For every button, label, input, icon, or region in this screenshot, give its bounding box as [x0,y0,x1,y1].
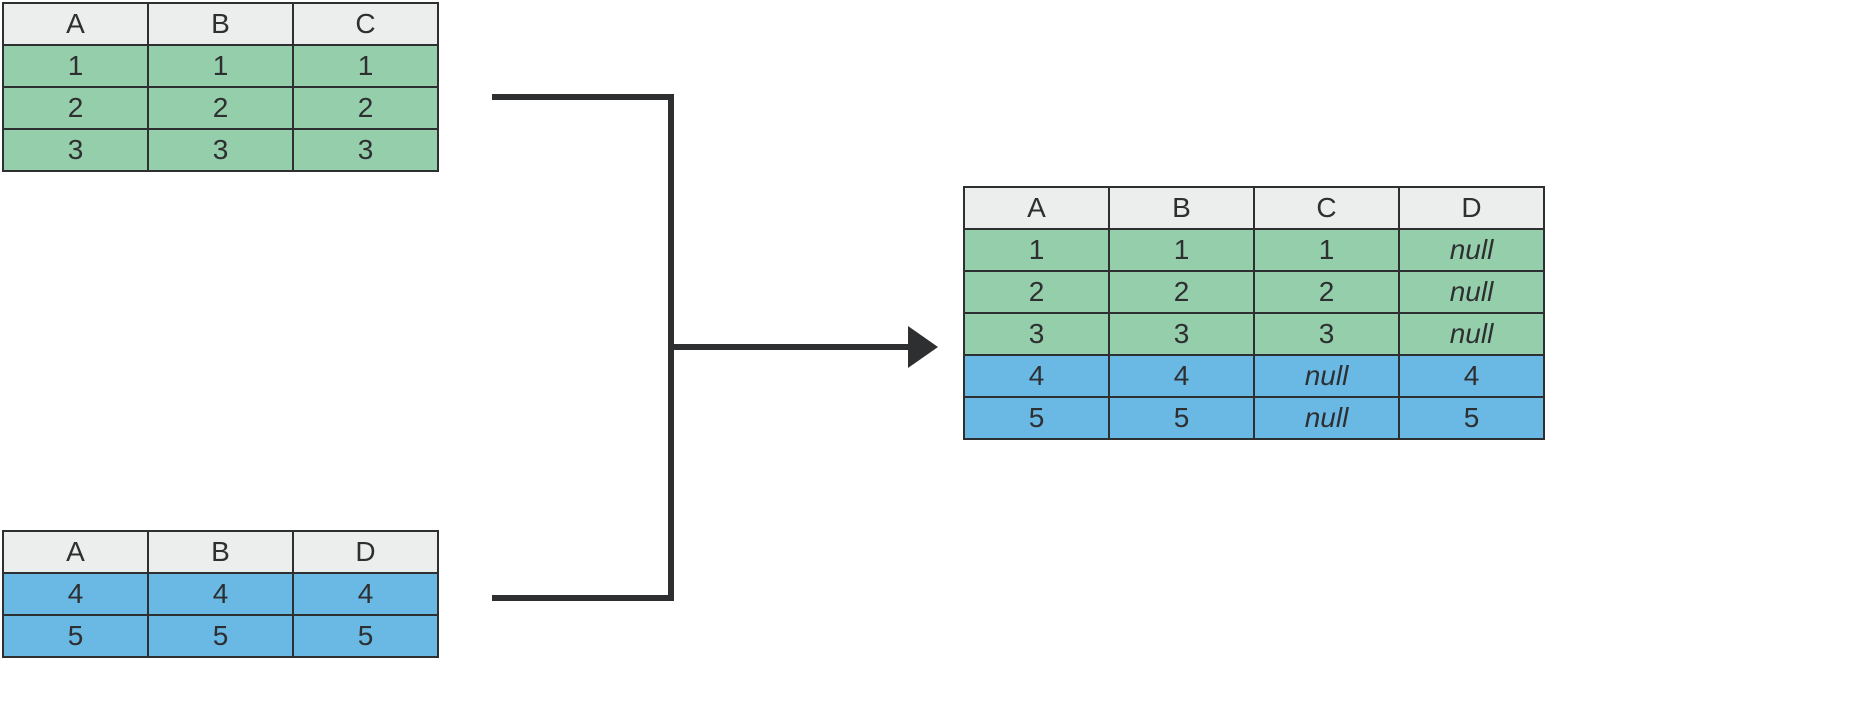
cell: 1 [3,45,148,87]
table-header-row: A B D [3,531,438,573]
cell: 2 [964,271,1109,313]
cell: 1 [1254,229,1399,271]
cell: 3 [293,129,438,171]
column-header: A [3,3,148,45]
cell: null [1399,229,1544,271]
cell: 4 [148,573,293,615]
table-row: 2 2 2 [3,87,438,129]
cell: 4 [293,573,438,615]
column-header: A [3,531,148,573]
cell: 5 [148,615,293,657]
column-header: B [148,531,293,573]
cell: 2 [148,87,293,129]
table-row: 5 5 null 5 [964,397,1544,439]
table-row: 1 1 1 [3,45,438,87]
column-header: C [1254,187,1399,229]
table-row: 3 3 3 null [964,313,1544,355]
table-row: 1 1 1 null [964,229,1544,271]
cell: null [1399,271,1544,313]
cell: 3 [148,129,293,171]
merge-bracket-icon [468,94,671,601]
table-row: 2 2 2 null [964,271,1544,313]
cell: 1 [1109,229,1254,271]
table-row: 3 3 3 [3,129,438,171]
cell: 4 [1399,355,1544,397]
cell: 5 [293,615,438,657]
table-row: 4 4 null 4 [964,355,1544,397]
cell: 5 [964,397,1109,439]
cell: 3 [3,129,148,171]
cell: 5 [1109,397,1254,439]
cell: 3 [964,313,1109,355]
arrow-right-icon [674,344,932,350]
cell: 1 [964,229,1109,271]
cell: 3 [1254,313,1399,355]
table-row: 5 5 5 [3,615,438,657]
diagram-stage: A B C 1 1 1 2 2 2 3 3 3 [0,0,1851,702]
column-header: A [964,187,1109,229]
cell: 3 [1109,313,1254,355]
cell: 1 [293,45,438,87]
cell: 5 [3,615,148,657]
cell: 2 [1254,271,1399,313]
cell: 2 [3,87,148,129]
column-header: D [1399,187,1544,229]
column-header: D [293,531,438,573]
cell: 2 [1109,271,1254,313]
table-header-row: A B C D [964,187,1544,229]
cell: null [1254,355,1399,397]
cell: 2 [293,87,438,129]
cell: 5 [1399,397,1544,439]
column-header: C [293,3,438,45]
cell: null [1254,397,1399,439]
source-table-1: A B C 1 1 1 2 2 2 3 3 3 [2,2,439,172]
cell: 4 [1109,355,1254,397]
column-header: B [148,3,293,45]
cell: 4 [3,573,148,615]
table-header-row: A B C [3,3,438,45]
result-table: A B C D 1 1 1 null 2 2 2 null 3 3 3 [963,186,1545,440]
source-table-2: A B D 4 4 4 5 5 5 [2,530,439,658]
cell: 4 [964,355,1109,397]
cell: null [1399,313,1544,355]
cell: 1 [148,45,293,87]
table-row: 4 4 4 [3,573,438,615]
column-header: B [1109,187,1254,229]
